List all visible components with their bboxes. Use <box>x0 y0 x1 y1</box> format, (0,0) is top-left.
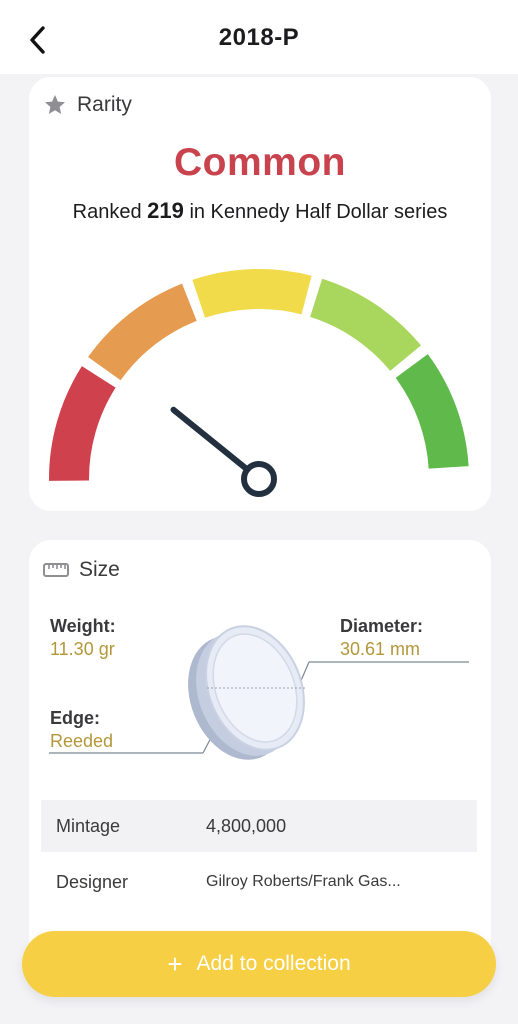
add-to-collection-button[interactable]: + Add to collection <box>22 931 496 997</box>
edge-label: Edge: <box>50 708 101 728</box>
edge-value: Reeded <box>50 731 114 751</box>
detail-row-designer: Designer Gilroy Roberts/Frank Gas... <box>41 852 477 912</box>
chevron-left-icon <box>30 26 45 54</box>
gauge-segment-yellow <box>192 269 312 318</box>
rarity-card: Rarity Common Ranked 219 in Kennedy Half… <box>29 77 491 511</box>
details-table: Mintage 4,800,000 Designer Gilroy Robert… <box>41 800 477 912</box>
weight-value: 11.30 gr <box>50 639 115 659</box>
top-bar: 2018-P <box>0 0 518 74</box>
coin-illustration <box>49 625 469 760</box>
diameter-value: 30.61 mm <box>340 639 421 659</box>
weight-label: Weight: <box>50 616 116 636</box>
detail-value: 4,800,000 <box>206 815 287 836</box>
detail-value: Gilroy Roberts/Frank Gas... <box>206 873 401 890</box>
gauge-segment-lightgreen <box>310 278 422 371</box>
plus-icon: + <box>167 949 183 979</box>
rarity-gauge <box>49 269 469 497</box>
page-title: 2018-P <box>218 24 300 51</box>
diameter-label: Diameter: <box>340 616 424 636</box>
gauge-segment-green <box>395 354 469 469</box>
gauge-segment-red <box>49 366 116 481</box>
size-card: Size Weight: 11.30 gr Diameter: 30.61 mm… <box>29 540 491 960</box>
detail-key: Designer <box>56 871 129 892</box>
gauge-needle-hub <box>241 461 277 497</box>
gauge-segment-orange <box>88 283 197 381</box>
add-to-collection-label: Add to collection <box>196 952 351 975</box>
detail-row-mintage: Mintage 4,800,000 <box>41 800 477 852</box>
back-button[interactable] <box>20 22 56 58</box>
detail-key: Mintage <box>56 815 121 836</box>
